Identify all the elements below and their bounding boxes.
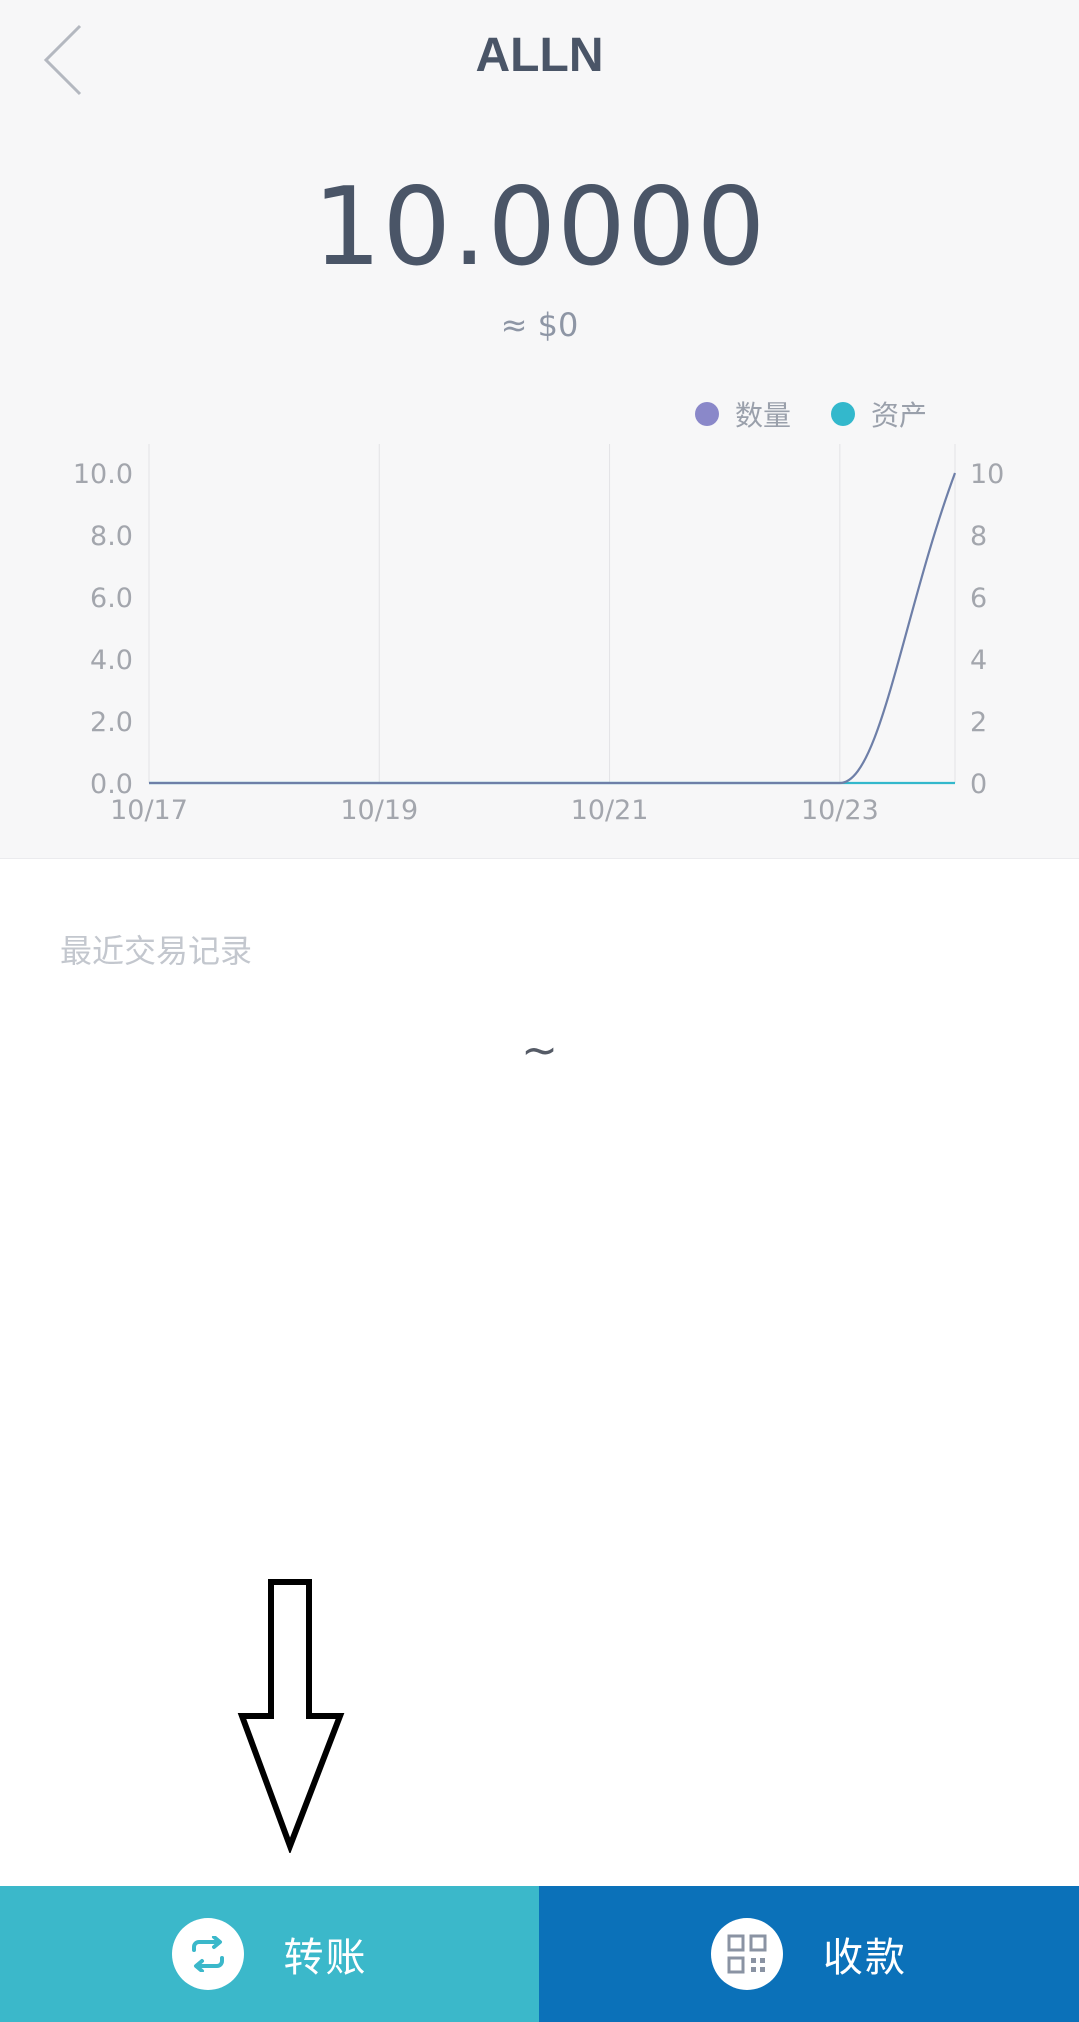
y-right-tick-label: 0 xyxy=(970,769,987,800)
y-left-tick-label: 0.0 xyxy=(90,769,133,800)
y-right-tick-label: 10 xyxy=(970,459,1004,490)
legend-item-quantity[interactable]: 数量 xyxy=(695,394,791,434)
y-right-tick-label: 4 xyxy=(970,645,987,676)
receive-label: 收款 xyxy=(823,1935,907,1981)
y-left-tick-label: 8.0 xyxy=(90,521,133,552)
legend-item-asset[interactable]: 资产 xyxy=(831,394,927,434)
transfer-icon-circle xyxy=(171,1918,244,1990)
y-left-tick-label: 10.0 xyxy=(73,459,133,490)
legend-label-asset: 资产 xyxy=(871,399,928,432)
legend-label-quantity: 数量 xyxy=(735,399,792,432)
transfer-icon xyxy=(191,1936,224,1972)
series-line xyxy=(149,472,957,785)
x-tick-label: 10/23 xyxy=(801,795,879,826)
y-right-tick-label: 2 xyxy=(970,707,987,738)
bottom-action-bar: 转账 收款 xyxy=(0,1886,1079,2022)
y-left-tick-label: 6.0 xyxy=(90,583,133,614)
qr-icon-circle xyxy=(711,1918,783,1990)
y-right-tick-label: 6 xyxy=(970,583,987,614)
legend-dot-asset xyxy=(831,402,856,426)
transfer-button[interactable]: 转账 xyxy=(0,1886,539,2022)
x-tick-label: 10/21 xyxy=(571,795,649,826)
y-left-tick-label: 4.0 xyxy=(90,645,133,676)
receive-button[interactable]: 收款 xyxy=(539,1886,1079,2022)
empty-transactions-placeholder: ~ xyxy=(521,1025,558,1076)
asset-summary-panel: ALLN 10.0000 ≈ $0 数量 资产 10/17 10/19 10/21 1… xyxy=(0,0,1079,859)
down-arrow-icon xyxy=(237,1579,345,1853)
x-tick-label: 10/19 xyxy=(340,795,418,826)
balance-amount: 10.0000 xyxy=(312,165,767,290)
chart-legend: 数量 资产 xyxy=(695,394,967,434)
y-right-tick-label: 8 xyxy=(970,521,987,552)
recent-transactions-title: 最近交易记录 xyxy=(60,932,253,970)
transfer-label: 转账 xyxy=(283,1935,368,1981)
legend-dot-quantity xyxy=(695,402,719,426)
y-left-tick-label: 2.0 xyxy=(90,707,133,738)
qr-code-icon xyxy=(727,1934,767,1974)
page-title: ALLN xyxy=(475,29,604,82)
balance-chart: 10/17 10/19 10/21 10/230.02.04.06.08.010.00… xyxy=(73,444,1004,826)
balance-fiat-value: ≈ $0 xyxy=(500,306,579,344)
